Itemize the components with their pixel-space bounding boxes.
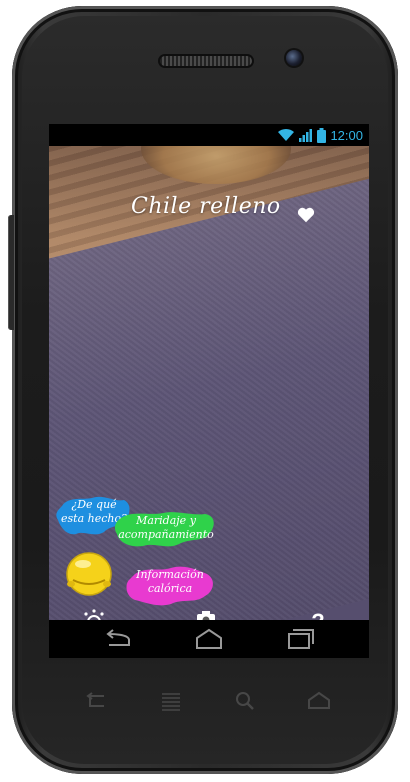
status-icons: 12:00 — [277, 126, 363, 144]
back-icon[interactable] — [99, 626, 139, 652]
phone-screen: 12:00 Chile relleno ¿De qué esta hecho? … — [49, 124, 369, 658]
pairing-button[interactable]: Maridaje y acompañamiento — [111, 510, 221, 550]
heart-icon[interactable] — [297, 206, 315, 224]
hardware-buttons — [0, 680, 410, 720]
camera-preview: Chile relleno ¿De qué esta hecho? Marida… — [49, 146, 369, 620]
sun-settings-icon[interactable] — [79, 608, 109, 620]
bottom-toolbar: ? — [49, 602, 369, 620]
dish-title: Chile relleno — [131, 194, 281, 219]
home-icon[interactable] — [189, 626, 229, 652]
home-icon[interactable] — [304, 688, 334, 714]
calories-label: Información calórica — [136, 568, 204, 595]
status-bar: 12:00 — [49, 124, 369, 146]
wifi-icon — [278, 128, 295, 141]
earpiece-speaker — [160, 56, 252, 66]
navigation-bar — [49, 620, 369, 658]
status-time: 12:00 — [330, 127, 363, 143]
back-icon[interactable] — [80, 688, 110, 714]
mascot-icon[interactable] — [63, 546, 115, 598]
menu-icon[interactable] — [156, 688, 186, 714]
search-icon[interactable] — [230, 688, 260, 714]
battery-icon — [317, 127, 327, 143]
signal-icon — [299, 129, 313, 142]
volume-button — [8, 215, 14, 330]
help-button[interactable]: ? — [303, 608, 333, 620]
front-camera — [286, 50, 302, 66]
recent-apps-icon[interactable] — [279, 626, 319, 652]
camera-switch-icon[interactable] — [189, 608, 223, 620]
pairing-label: Maridaje y acompañamiento — [118, 514, 214, 541]
